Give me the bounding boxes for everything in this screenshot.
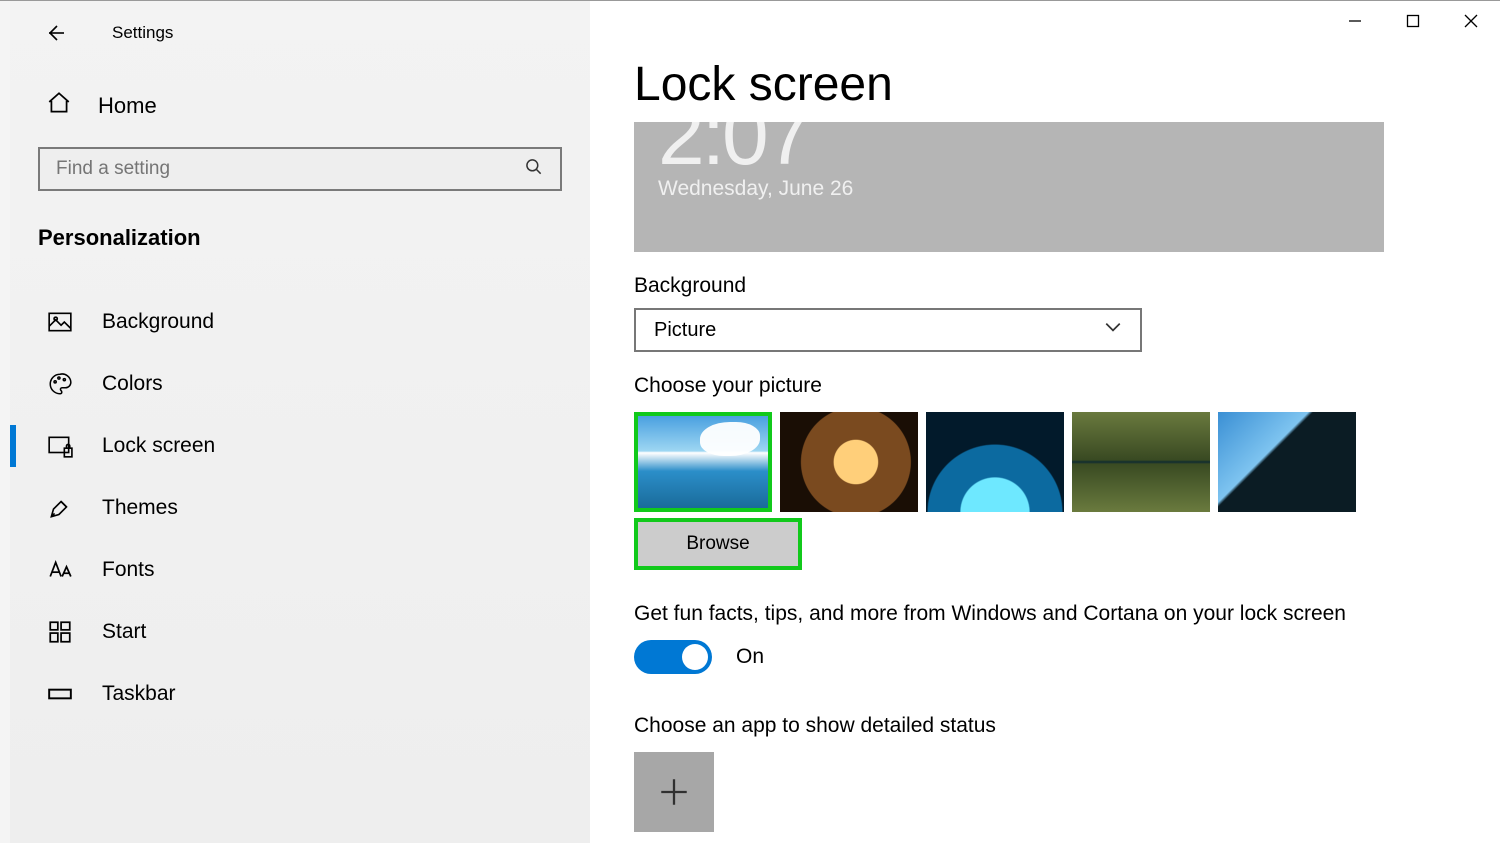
add-detailed-status-app[interactable] bbox=[634, 752, 714, 832]
window-title: Settings bbox=[112, 23, 173, 43]
preview-date: Wednesday, June 26 bbox=[658, 177, 1360, 201]
toggle-knob bbox=[682, 644, 708, 670]
fonts-icon bbox=[46, 556, 74, 584]
themes-icon bbox=[46, 494, 74, 522]
chevron-down-icon bbox=[1104, 318, 1122, 342]
minimize-icon bbox=[1347, 13, 1363, 29]
home-label: Home bbox=[98, 93, 157, 119]
picture-thumb-1[interactable] bbox=[634, 412, 772, 512]
sidebar-item-label: Start bbox=[102, 620, 146, 644]
sidebar-item-colors[interactable]: Colors bbox=[38, 353, 562, 415]
close-button[interactable] bbox=[1442, 1, 1500, 41]
detailed-status-label: Choose an app to show detailed status bbox=[634, 714, 1500, 738]
back-button[interactable] bbox=[38, 16, 72, 50]
search-input-container[interactable] bbox=[38, 147, 562, 191]
sidebar-item-label: Background bbox=[102, 310, 214, 334]
section-header: Personalization bbox=[38, 225, 562, 251]
palette-icon bbox=[46, 370, 74, 398]
picture-thumb-5[interactable] bbox=[1218, 412, 1356, 512]
preview-time: 2:07 bbox=[658, 122, 1360, 169]
minimize-button[interactable] bbox=[1326, 1, 1384, 41]
sidebar-item-label: Fonts bbox=[102, 558, 155, 582]
settings-sidebar: Settings Home Personalization Background bbox=[10, 1, 590, 843]
sidebar-item-fonts[interactable]: Fonts bbox=[38, 539, 562, 601]
picture-thumb-3[interactable] bbox=[926, 412, 1064, 512]
dropdown-value: Picture bbox=[654, 319, 716, 342]
browse-highlight: Browse bbox=[634, 518, 802, 570]
home-icon bbox=[46, 90, 72, 121]
maximize-icon bbox=[1405, 13, 1421, 29]
sidebar-item-label: Themes bbox=[102, 496, 178, 520]
close-icon bbox=[1463, 13, 1479, 29]
plus-icon bbox=[657, 775, 691, 809]
background-label: Background bbox=[634, 274, 1500, 298]
picture-icon bbox=[46, 308, 74, 336]
main-content: Lock screen 2:07 Wednesday, June 26 Back… bbox=[590, 1, 1500, 843]
tips-toggle-row: On bbox=[634, 640, 1500, 674]
sidebar-item-background[interactable]: Background bbox=[38, 291, 562, 353]
sidebar-nav: Background Colors Lock screen Themes bbox=[38, 291, 562, 725]
sidebar-item-label: Taskbar bbox=[102, 682, 176, 706]
tips-toggle[interactable] bbox=[634, 640, 712, 674]
arrow-left-icon bbox=[43, 21, 67, 45]
choose-picture-label: Choose your picture bbox=[634, 374, 1500, 398]
page-title: Lock screen bbox=[634, 57, 1500, 112]
picture-thumbnails bbox=[634, 412, 1500, 512]
search-icon bbox=[524, 157, 544, 182]
window-controls bbox=[1326, 1, 1500, 41]
home-nav[interactable]: Home bbox=[38, 90, 562, 121]
picture-thumb-2[interactable] bbox=[780, 412, 918, 512]
sidebar-item-lock-screen[interactable]: Lock screen bbox=[38, 415, 562, 477]
taskbar-icon bbox=[46, 680, 74, 708]
sidebar-item-start[interactable]: Start bbox=[38, 601, 562, 663]
lockscreen-preview: 2:07 Wednesday, June 26 bbox=[634, 122, 1384, 252]
sidebar-item-label: Lock screen bbox=[102, 434, 215, 458]
titlebar: Settings bbox=[38, 11, 562, 55]
search-input[interactable] bbox=[56, 158, 524, 180]
toggle-state-label: On bbox=[736, 645, 764, 669]
sidebar-item-themes[interactable]: Themes bbox=[38, 477, 562, 539]
picture-thumb-4[interactable] bbox=[1072, 412, 1210, 512]
start-icon bbox=[46, 618, 74, 646]
tips-toggle-label: Get fun facts, tips, and more from Windo… bbox=[634, 600, 1374, 628]
browse-button[interactable]: Browse bbox=[638, 522, 798, 566]
background-dropdown[interactable]: Picture bbox=[634, 308, 1142, 352]
sidebar-item-taskbar[interactable]: Taskbar bbox=[38, 663, 562, 725]
lock-screen-icon bbox=[46, 432, 74, 460]
sidebar-item-label: Colors bbox=[102, 372, 163, 396]
maximize-button[interactable] bbox=[1384, 1, 1442, 41]
